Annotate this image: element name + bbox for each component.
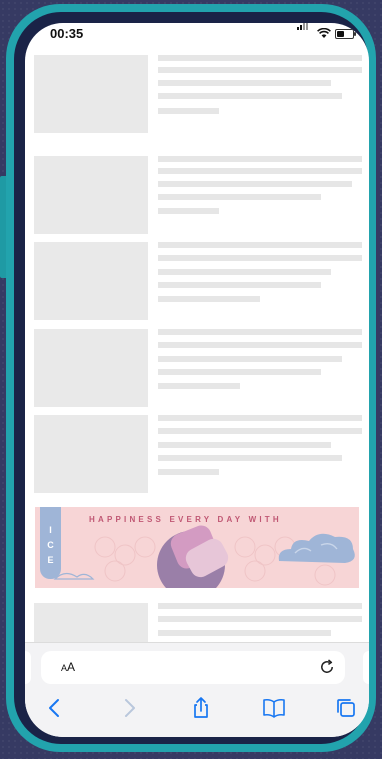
ad-headline: HAPPINESS EVERY DAY WITH — [89, 515, 282, 524]
text-line-placeholder — [158, 80, 331, 86]
ad-tab-letter: E — [47, 555, 54, 565]
text-line-placeholder — [158, 442, 331, 448]
share-icon[interactable] — [189, 696, 213, 720]
previous-tab-address-bar[interactable] — [25, 651, 31, 684]
ad-tab: I C E — [40, 507, 61, 579]
text-size-button[interactable]: AA — [61, 660, 75, 674]
back-icon[interactable] — [43, 696, 67, 720]
browser-screen: 00:35 I C E HAPPINESS EVERY DAY WITH AA — [25, 23, 369, 737]
browser-toolbar: AA — [25, 642, 369, 737]
text-line-placeholder — [158, 282, 321, 288]
text-line-placeholder — [158, 181, 352, 187]
ad-tab-letter: C — [47, 540, 54, 550]
thumbnail-placeholder — [34, 55, 148, 133]
cloud-icon — [278, 533, 355, 563]
list-item-placeholder[interactable] — [34, 415, 362, 493]
wifi-icon — [317, 28, 331, 38]
text-size-large-label: A — [67, 660, 76, 674]
battery-icon — [335, 29, 356, 39]
status-bar: 00:35 — [25, 23, 369, 43]
text-line-placeholder — [158, 603, 362, 609]
list-item-placeholder[interactable] — [34, 156, 362, 234]
text-line-placeholder — [158, 630, 331, 636]
text-line-placeholder — [158, 93, 342, 99]
text-line-placeholder — [158, 255, 362, 261]
forward-icon[interactable] — [117, 696, 141, 720]
ad-tab-text: I C E — [40, 523, 61, 568]
text-line-placeholder — [158, 356, 342, 362]
text-line-placeholder — [158, 415, 362, 421]
status-time: 00:35 — [50, 26, 84, 41]
ad-banner[interactable]: I C E HAPPINESS EVERY DAY WITH — [35, 507, 359, 588]
bookmarks-icon[interactable] — [262, 696, 286, 720]
text-line-placeholder — [158, 194, 321, 200]
list-item-placeholder[interactable] — [34, 329, 362, 407]
list-item-placeholder[interactable] — [34, 55, 362, 133]
thumbnail-placeholder — [34, 415, 148, 493]
phone-frame: 00:35 I C E HAPPINESS EVERY DAY WITH AA — [6, 4, 376, 752]
thumbnail-placeholder — [34, 329, 148, 407]
list-item-placeholder[interactable] — [34, 242, 362, 320]
thumbnail-placeholder — [34, 156, 148, 234]
text-line-placeholder — [158, 296, 260, 302]
address-bar[interactable]: AA — [41, 651, 345, 684]
text-line-placeholder — [158, 242, 362, 248]
text-line-placeholder — [158, 616, 362, 622]
reload-icon[interactable] — [318, 658, 336, 676]
ad-tab-letter: I — [49, 525, 52, 535]
text-line-placeholder — [158, 455, 342, 461]
text-line-placeholder — [158, 208, 219, 214]
text-line-placeholder — [158, 329, 362, 335]
text-line-placeholder — [158, 369, 321, 375]
thumbnail-placeholder — [34, 242, 148, 320]
text-line-placeholder — [158, 269, 331, 275]
text-line-placeholder — [158, 342, 362, 348]
text-line-placeholder — [158, 383, 240, 389]
text-line-placeholder — [158, 156, 362, 162]
text-line-placeholder — [158, 168, 362, 174]
text-line-placeholder — [158, 67, 362, 73]
text-line-placeholder — [158, 469, 219, 475]
text-line-placeholder — [158, 108, 219, 114]
text-line-placeholder — [158, 428, 362, 434]
next-tab-address-bar[interactable] — [363, 651, 369, 684]
text-line-placeholder — [158, 55, 362, 61]
tabs-icon[interactable] — [334, 696, 358, 720]
